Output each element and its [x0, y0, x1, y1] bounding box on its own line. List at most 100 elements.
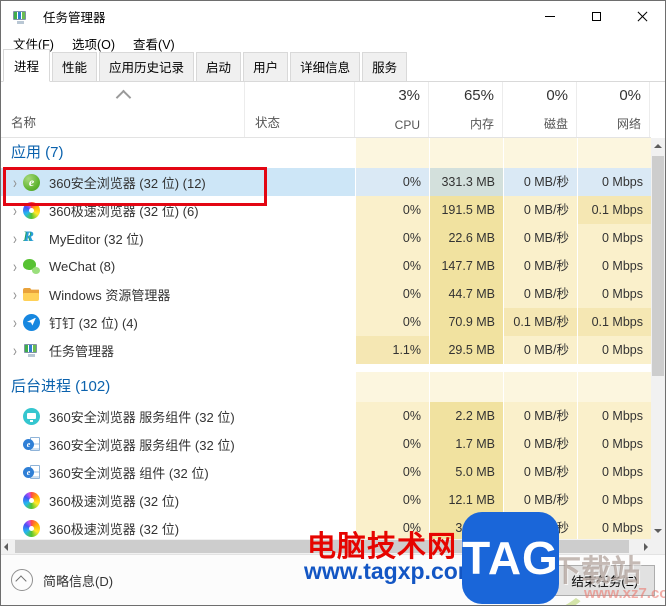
- windows-explorer-icon: [23, 286, 40, 303]
- disk-value-cell: 0.1 MB/秒: [504, 308, 577, 336]
- column-network-label: 网络: [616, 117, 641, 131]
- fewer-details-toggle[interactable]: 简略信息(D): [11, 569, 113, 591]
- disk-value-cell: 0 MB/秒: [504, 336, 577, 364]
- process-name-cell: › 360安全浏览器 服务组件 (32 位): [1, 402, 355, 430]
- cpu-value-cell: 0%: [356, 252, 429, 280]
- 360-browser-component-icon: [23, 436, 40, 453]
- wechat-icon: [23, 258, 40, 275]
- process-name-cell: › 360安全浏览器 组件 (32 位): [1, 458, 355, 486]
- process-row[interactable]: › 任务管理器 1.1% 29.5 MB 0 MB/秒 0 Mbps: [1, 336, 651, 364]
- memory-value-cell: 2.2 MB: [430, 402, 503, 430]
- dingtalk-icon: [23, 313, 40, 331]
- title-bar: 任务管理器: [1, 1, 665, 32]
- column-cpu[interactable]: 3% CPU: [355, 82, 429, 137]
- process-row[interactable]: › WeChat (8) 0% 147.7 MB 0 MB/秒 0 Mbps: [1, 252, 651, 280]
- section-background-header[interactable]: 后台进程 (102): [1, 372, 651, 402]
- expand-chevron-icon[interactable]: ›: [8, 257, 22, 276]
- process-name-cell: › 钉钉 (32 位) (4): [1, 308, 355, 336]
- column-disk-label: 磁盘: [543, 117, 568, 131]
- 360-service-component-icon: [23, 407, 40, 425]
- process-name: 360安全浏览器 组件 (32 位): [49, 465, 209, 481]
- tab-services[interactable]: 服务: [362, 52, 408, 81]
- cpu-value-cell: 0%: [356, 196, 429, 224]
- network-value-cell: 0 Mbps: [578, 252, 651, 280]
- tab-strip: 进程 性能 应用历史记录 启动 用户 详细信息 服务: [1, 49, 665, 82]
- section-apps-title: 应用 (7): [11, 144, 64, 161]
- process-list: 应用 (7) › 360安全浏览器 (32 位) (12) 0% 331.3 M…: [1, 138, 651, 539]
- network-value-cell: 0 Mbps: [578, 280, 651, 308]
- cpu-value-cell: 0%: [356, 458, 429, 486]
- column-disk[interactable]: 0% 磁盘: [503, 82, 577, 137]
- scroll-up-icon[interactable]: [654, 144, 662, 148]
- column-name-label: 名称: [11, 116, 37, 130]
- process-name: Windows 资源管理器: [49, 287, 171, 303]
- process-row[interactable]: › 360极速浏览器 (32 位) 0% 12.1 MB 0 MB/秒 0 Mb…: [1, 486, 651, 514]
- disk-value-cell: 0 MB/秒: [504, 486, 577, 514]
- network-value-cell: 0 Mbps: [578, 168, 651, 196]
- tab-startup[interactable]: 启动: [196, 52, 242, 81]
- process-row[interactable]: › 360安全浏览器 服务组件 (32 位) 0% 2.2 MB 0 MB/秒 …: [1, 402, 651, 430]
- cpu-value-cell: 0%: [356, 168, 429, 196]
- vertical-scrollbar[interactable]: [651, 138, 665, 539]
- minimize-icon: [545, 16, 555, 17]
- vertical-scrollbar-thumb[interactable]: [652, 156, 664, 376]
- expand-chevron-icon[interactable]: ›: [8, 229, 22, 248]
- column-memory-label: 内存: [469, 117, 494, 131]
- tab-performance[interactable]: 性能: [52, 52, 98, 81]
- tag-logo: TAG: [462, 512, 559, 604]
- column-name[interactable]: 名称: [1, 82, 245, 137]
- column-cpu-label: CPU: [394, 118, 420, 132]
- process-name: 360安全浏览器 服务组件 (32 位): [49, 437, 235, 453]
- process-name: 钉钉 (32 位) (4): [49, 315, 138, 331]
- process-name: 任务管理器: [49, 343, 115, 359]
- process-row[interactable]: › 360安全浏览器 组件 (32 位) 0% 5.0 MB 0 MB/秒 0 …: [1, 458, 651, 486]
- task-manager-app-icon: [12, 9, 27, 24]
- tab-processes[interactable]: 进程: [3, 49, 51, 82]
- expand-chevron-icon[interactable]: ›: [8, 285, 22, 304]
- process-row[interactable]: › MyEditor (32 位) 0% 22.6 MB 0 MB/秒 0 Mb…: [1, 224, 651, 252]
- disk-value-cell: 0 MB/秒: [504, 168, 577, 196]
- 360-speed-browser-icon: [23, 491, 40, 509]
- expand-chevron-icon[interactable]: ›: [8, 341, 22, 360]
- process-row[interactable]: › 钉钉 (32 位) (4) 0% 70.9 MB 0.1 MB/秒 0.1 …: [1, 308, 651, 336]
- tab-users[interactable]: 用户: [243, 52, 289, 81]
- scroll-left-icon[interactable]: [4, 543, 8, 551]
- scroll-down-icon[interactable]: [654, 529, 662, 533]
- memory-value-cell: 44.7 MB: [430, 280, 503, 308]
- close-button[interactable]: [619, 1, 665, 32]
- cpu-value-cell: 0%: [356, 280, 429, 308]
- memory-value-cell: 191.5 MB: [430, 196, 503, 224]
- process-name-cell: › WeChat (8): [1, 252, 355, 280]
- network-value-cell: 0 Mbps: [578, 224, 651, 252]
- column-network[interactable]: 0% 网络: [577, 82, 650, 137]
- disk-value-cell: 0 MB/秒: [504, 280, 577, 308]
- process-row[interactable]: › Windows 资源管理器 0% 44.7 MB 0 MB/秒 0 Mbps: [1, 280, 651, 308]
- column-status[interactable]: 状态: [245, 82, 355, 137]
- tab-details[interactable]: 详细信息: [290, 52, 361, 81]
- cpu-value-cell: 0%: [356, 308, 429, 336]
- task-manager-icon: [23, 342, 40, 359]
- cpu-value-cell: 1.1%: [356, 336, 429, 364]
- disk-value-cell: 0 MB/秒: [504, 458, 577, 486]
- disk-value-cell: 0 MB/秒: [504, 402, 577, 430]
- sort-ascending-icon: [115, 89, 131, 106]
- section-background-title: 后台进程 (102): [11, 378, 111, 395]
- window-controls: [527, 1, 665, 32]
- maximize-icon: [591, 12, 601, 21]
- column-memory[interactable]: 65% 内存: [429, 82, 503, 137]
- disk-total-percent: 0%: [546, 87, 568, 104]
- process-row[interactable]: › 360安全浏览器 服务组件 (32 位) 0% 1.7 MB 0 MB/秒 …: [1, 430, 651, 458]
- scrollbar-corner: [651, 539, 665, 554]
- section-apps-header[interactable]: 应用 (7): [1, 138, 651, 168]
- process-name-cell: › MyEditor (32 位): [1, 224, 355, 252]
- tab-app-history[interactable]: 应用历史记录: [99, 52, 195, 81]
- close-icon: [637, 11, 648, 22]
- scroll-right-icon[interactable]: [644, 543, 648, 551]
- network-value-cell: 0 Mbps: [578, 458, 651, 486]
- process-name-cell: › 任务管理器: [1, 336, 355, 364]
- network-value-cell: 0.1 Mbps: [578, 196, 651, 224]
- minimize-button[interactable]: [527, 1, 573, 32]
- fewer-details-label: 简略信息(D): [43, 573, 114, 589]
- expand-chevron-icon[interactable]: ›: [8, 313, 22, 332]
- maximize-button[interactable]: [573, 1, 619, 32]
